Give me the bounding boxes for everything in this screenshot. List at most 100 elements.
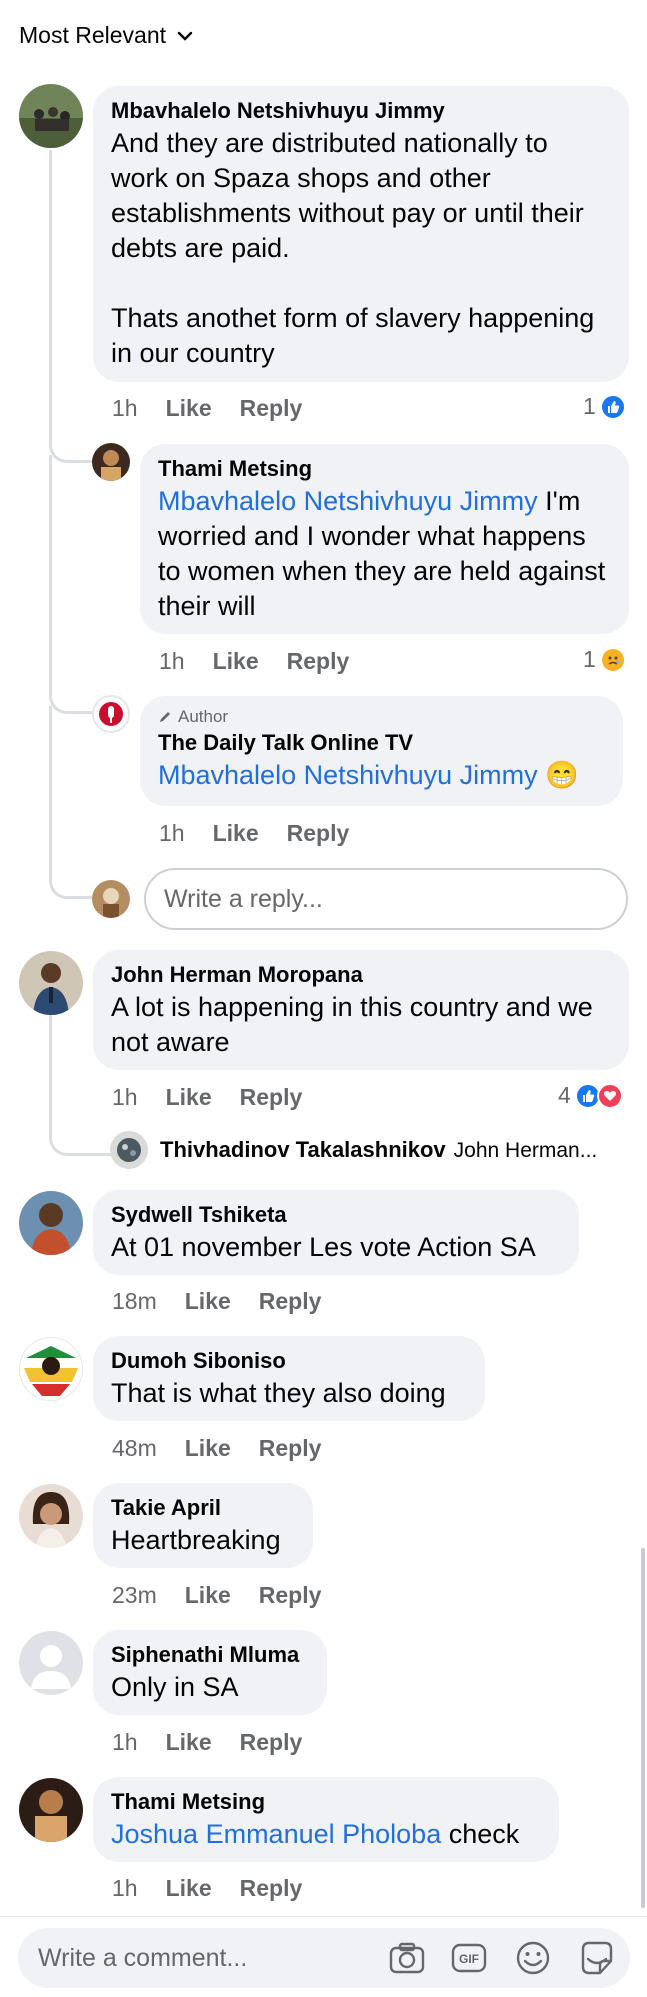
reply-button[interactable]: Reply	[240, 1084, 303, 1111]
like-button[interactable]: Like	[166, 1875, 212, 1902]
sort-dropdown[interactable]: Most Relevant	[19, 22, 194, 49]
comment-text: Heartbreaking	[111, 1525, 281, 1555]
reaction-count[interactable]: 4	[558, 1082, 623, 1109]
reply-button[interactable]: Reply	[259, 1582, 322, 1609]
sort-label: Most Relevant	[19, 22, 167, 48]
gif-icon[interactable]: GIF	[450, 1939, 488, 1977]
comment-actions: 1h Like Reply	[112, 1875, 302, 1902]
thread-connector	[49, 455, 92, 714]
avatar[interactable]	[92, 443, 130, 481]
mention-link[interactable]: Joshua Emmanuel Pholoba	[111, 1819, 441, 1849]
comment-text: Joshua Emmanuel Pholoba check	[111, 1817, 541, 1852]
reply-button[interactable]: Reply	[259, 1435, 322, 1462]
comment-actions: 1h Like Reply	[112, 1729, 302, 1756]
avatar[interactable]	[19, 1191, 83, 1255]
mention-link[interactable]: Mbavhalelo Netshivhuyu Jimmy	[158, 760, 538, 790]
reaction-count[interactable]: 1	[583, 393, 626, 420]
avatar[interactable]	[92, 695, 130, 733]
comment-text: At 01 november Les vote Action SA	[111, 1232, 536, 1262]
like-button[interactable]: Like	[213, 648, 259, 675]
avatar[interactable]	[19, 1337, 83, 1401]
comment-text: And they are distributed nationally to w…	[111, 128, 584, 263]
comment-actions: 1h Like Reply	[112, 395, 302, 422]
commenter-name[interactable]: Thami Metsing	[111, 1787, 541, 1817]
thread-connector	[49, 150, 92, 463]
reaction-count[interactable]: 1	[583, 646, 626, 673]
comment-time[interactable]: 23m	[112, 1582, 157, 1609]
author-label: Author	[178, 707, 229, 726]
commenter-name[interactable]: Thami Metsing	[158, 454, 611, 484]
comment-time[interactable]: 1h	[112, 1875, 138, 1902]
author-badge: Author	[158, 706, 605, 728]
like-reaction-icon	[599, 393, 626, 420]
comment-time[interactable]: 1h	[112, 1729, 138, 1756]
comment-bubble: Mbavhalelo Netshivhuyu Jimmy And they ar…	[93, 86, 629, 382]
reply-preview[interactable]: Thivhadinov Takalashnikov John Herman...	[160, 1135, 597, 1165]
reaction-number: 4	[558, 1082, 571, 1108]
scrollbar[interactable]	[641, 1548, 645, 1908]
comment-bubble: Sydwell Tshiketa At 01 november Les vote…	[93, 1190, 579, 1275]
commenter-name[interactable]: The Daily Talk Online TV	[158, 728, 605, 758]
sad-reaction-icon	[599, 646, 626, 673]
comment-time[interactable]: 1h	[159, 648, 185, 675]
reply-bubble: Thami Metsing Mbavhalelo Netshivhuyu Jim…	[140, 444, 629, 634]
reply-button[interactable]: Reply	[287, 648, 350, 675]
comment-time[interactable]: 1h	[112, 395, 138, 422]
reply-button[interactable]: Reply	[259, 1288, 322, 1315]
avatar[interactable]	[19, 951, 83, 1015]
thread-connector	[49, 706, 92, 899]
comment-time[interactable]: 1h	[112, 1084, 138, 1111]
comment-bubble: Thami Metsing Joshua Emmanuel Pholoba ch…	[93, 1777, 559, 1862]
comment-bubble: John Herman Moropana A lot is happening …	[93, 950, 629, 1070]
comment-text-body: check	[441, 1819, 520, 1849]
reply-input[interactable]: Write a reply...	[144, 868, 628, 930]
like-button[interactable]: Like	[213, 820, 259, 847]
comment-bubble: Siphenathi Mluma Only in SA	[93, 1630, 327, 1715]
comment-time[interactable]: 1h	[159, 820, 185, 847]
comment-text: Mbavhalelo Netshivhuyu Jimmy 😁	[158, 758, 605, 793]
like-button[interactable]: Like	[185, 1435, 231, 1462]
default-avatar[interactable]	[19, 1631, 83, 1695]
commenter-name[interactable]: Mbavhalelo Netshivhuyu Jimmy	[111, 96, 611, 126]
commenter-name: Thivhadinov Takalashnikov	[160, 1137, 446, 1162]
reply-preview-text: John Herman...	[453, 1139, 598, 1162]
avatar[interactable]	[19, 1484, 83, 1548]
comment-text: That is what they also doing	[111, 1378, 446, 1408]
comment-actions: 18m Like Reply	[112, 1288, 321, 1315]
reply-button[interactable]: Reply	[240, 395, 303, 422]
avatar[interactable]	[19, 84, 83, 148]
reply-button[interactable]: Reply	[240, 1875, 303, 1902]
mention-link[interactable]: Mbavhalelo Netshivhuyu Jimmy	[158, 486, 538, 516]
like-button[interactable]: Like	[166, 395, 212, 422]
comment-actions: 1h Like Reply	[159, 820, 349, 847]
comment-text: Mbavhalelo Netshivhuyu Jimmy I'm worried…	[158, 484, 611, 624]
commenter-name[interactable]: Siphenathi Mluma	[111, 1640, 309, 1670]
comment-bubble: Dumoh Siboniso That is what they also do…	[93, 1336, 485, 1421]
reply-button[interactable]: Reply	[287, 820, 350, 847]
commenter-name[interactable]: Takie April	[111, 1493, 295, 1523]
my-avatar	[92, 880, 130, 918]
reply-button[interactable]: Reply	[240, 1729, 303, 1756]
comment-text: A lot is happening in this country and w…	[111, 992, 593, 1057]
comment-actions: 1h Like Reply	[159, 648, 349, 675]
camera-icon[interactable]	[388, 1939, 426, 1977]
reply-placeholder: Write a reply...	[164, 884, 323, 913]
comment-time[interactable]: 48m	[112, 1435, 157, 1462]
comment-actions: 48m Like Reply	[112, 1435, 321, 1462]
chevron-down-icon	[177, 31, 193, 41]
commenter-name[interactable]: John Herman Moropana	[111, 960, 611, 990]
avatar[interactable]	[19, 1778, 83, 1842]
like-button[interactable]: Like	[166, 1084, 212, 1111]
comment-actions: 23m Like Reply	[112, 1582, 321, 1609]
commenter-name[interactable]: Dumoh Siboniso	[111, 1346, 467, 1376]
emoji-icon[interactable]	[514, 1939, 552, 1977]
grin-emoji-icon: 😁	[545, 760, 579, 790]
sticker-icon[interactable]	[578, 1939, 616, 1977]
like-button[interactable]: Like	[185, 1288, 231, 1315]
like-button[interactable]: Like	[166, 1729, 212, 1756]
comment-placeholder: Write a comment...	[38, 1943, 248, 1972]
comment-time[interactable]: 18m	[112, 1288, 157, 1315]
like-button[interactable]: Like	[185, 1582, 231, 1609]
commenter-name[interactable]: Sydwell Tshiketa	[111, 1200, 561, 1230]
avatar[interactable]	[110, 1131, 148, 1169]
